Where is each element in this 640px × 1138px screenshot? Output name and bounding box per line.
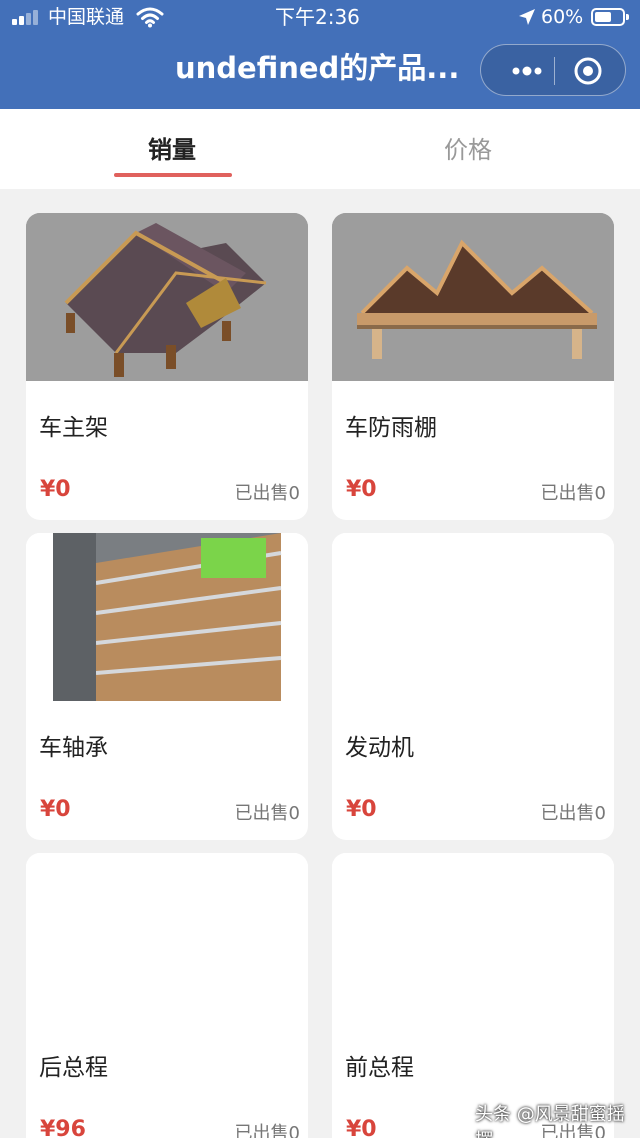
location-arrow-icon <box>519 9 535 25</box>
product-name: 车轴承 <box>39 735 108 761</box>
tab-price[interactable]: 价格 <box>444 135 492 165</box>
product-card[interactable]: 车轴承 ¥0 已出售0 <box>26 533 308 840</box>
product-sold-count: 已出售0 <box>234 1123 300 1138</box>
product-name: 车主架 <box>39 415 108 441</box>
nav-header: 中国联通 下午2:36 60% undefined的产品... <box>0 0 640 109</box>
product-image <box>26 213 308 381</box>
product-image <box>26 533 308 701</box>
close-miniprogram-icon[interactable] <box>573 56 603 86</box>
signal-icon <box>12 9 42 25</box>
wifi-icon <box>136 7 164 28</box>
product-name: 车防雨棚 <box>345 415 437 441</box>
product-price: ¥0 <box>346 477 377 502</box>
product-image <box>332 533 614 701</box>
battery-icon <box>591 8 629 26</box>
product-card[interactable]: 发动机 ¥0 已出售0 <box>332 533 614 840</box>
carrier-label: 中国联通 <box>48 6 125 28</box>
product-card[interactable]: 前总程 ¥0 已出售0 <box>332 853 614 1138</box>
product-card[interactable]: 后总程 ¥96 已出售0 <box>26 853 308 1138</box>
product-sold-count: 已出售0 <box>540 803 606 824</box>
capsule-divider <box>554 57 555 85</box>
more-icon[interactable] <box>501 60 553 82</box>
miniprogram-capsule <box>480 44 626 96</box>
tab-sales[interactable]: 销量 <box>148 135 196 165</box>
product-name: 前总程 <box>345 1055 414 1081</box>
status-bar: 中国联通 下午2:36 60% <box>0 0 640 36</box>
product-image <box>332 853 614 1021</box>
status-time: 下午2:36 <box>275 5 360 29</box>
product-price: ¥0 <box>346 1117 377 1138</box>
battery-percent: 60% <box>541 6 584 28</box>
active-tab-indicator <box>114 173 232 177</box>
product-price: ¥0 <box>40 477 71 502</box>
product-card[interactable]: 车防雨棚 ¥0 已出售0 <box>332 213 614 520</box>
product-price: ¥0 <box>346 797 377 822</box>
product-image <box>26 853 308 1021</box>
product-sold-count: 已出售0 <box>234 483 300 504</box>
watermark: 头条 @风景甜蜜摇摆 <box>475 1104 625 1138</box>
product-sold-count: 已出售0 <box>540 483 606 504</box>
product-price: ¥96 <box>40 1117 86 1138</box>
product-name: 发动机 <box>345 735 414 761</box>
sort-tabs: 销量 价格 <box>0 109 640 189</box>
product-price: ¥0 <box>40 797 71 822</box>
product-name: 后总程 <box>39 1055 108 1081</box>
page-title: undefined的产品... <box>175 51 460 85</box>
product-sold-count: 已出售0 <box>234 803 300 824</box>
product-card[interactable]: 车主架 ¥0 已出售0 <box>26 213 308 520</box>
product-image <box>332 213 614 381</box>
